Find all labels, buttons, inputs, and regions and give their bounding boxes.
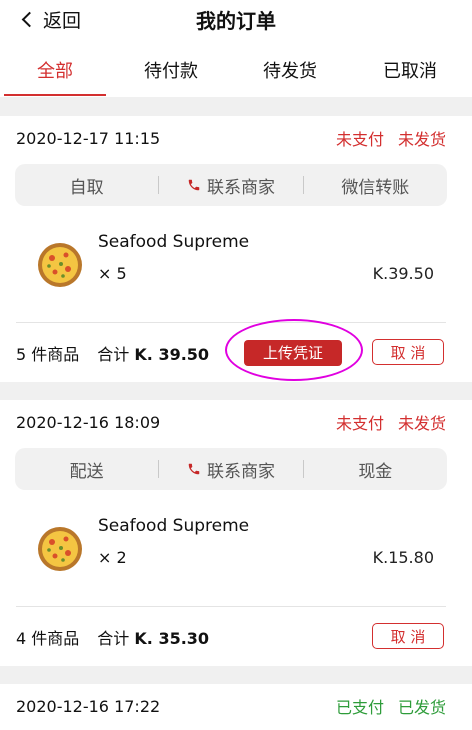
order-product[interactable]: Seafood Supreme × 5 K.39.50 bbox=[0, 224, 472, 304]
order-summary: 4 件商品 合计 K. 35.30 bbox=[16, 625, 209, 649]
app-header: 返回 我的订单 全部 待付款 待发货 已取消 bbox=[0, 0, 472, 97]
payment-status: 未支付 bbox=[335, 130, 384, 149]
tab-cancelled[interactable]: 已取消 bbox=[360, 56, 460, 94]
order-status: 未支付 未发货 bbox=[322, 410, 446, 434]
active-tab-indicator bbox=[4, 94, 106, 96]
order-product[interactable]: Seafood Supreme × 2 K.15.80 bbox=[0, 508, 472, 588]
total-value: K. 35.30 bbox=[134, 629, 210, 648]
tab-pending-payment[interactable]: 待付款 bbox=[121, 56, 221, 94]
order-summary: 5 件商品 合计 K. 39.50 bbox=[16, 341, 209, 365]
divider bbox=[16, 322, 446, 323]
highlight-circle bbox=[225, 319, 363, 381]
page-title: 我的订单 bbox=[196, 9, 276, 33]
contact-merchant-label: 联系商家 bbox=[206, 177, 275, 198]
cancel-order-button[interactable]: 取 消 bbox=[372, 339, 444, 365]
product-name: Seafood Supreme bbox=[98, 232, 250, 252]
contact-merchant-label: 联系商家 bbox=[206, 461, 275, 482]
payment-method: 现金 bbox=[358, 461, 393, 482]
total-value: K. 39.50 bbox=[134, 345, 210, 364]
phone-icon bbox=[188, 179, 200, 191]
tab-pending-shipment[interactable]: 待发货 bbox=[240, 56, 340, 94]
payment-status: 未支付 bbox=[335, 414, 384, 433]
order-date: 2020-12-16 17:22 bbox=[16, 696, 161, 716]
payment-method: 微信转账 bbox=[341, 177, 410, 198]
product-quantity: × 2 bbox=[98, 548, 127, 567]
order-date: 2020-12-16 18:09 bbox=[16, 412, 161, 432]
tab-all[interactable]: 全部 bbox=[4, 56, 106, 94]
shipping-status: 未发货 bbox=[397, 414, 446, 433]
tab-bar: 全部 待付款 待发货 已取消 bbox=[0, 56, 472, 97]
payment-status: 已支付 bbox=[335, 698, 384, 717]
order-status: 未支付 未发货 bbox=[322, 126, 446, 150]
product-price: K.15.80 bbox=[372, 548, 434, 567]
total-label: 合计 bbox=[97, 629, 130, 648]
item-count: 5 件商品 bbox=[16, 345, 80, 364]
phone-icon bbox=[188, 463, 200, 475]
pizza-thumbnail bbox=[38, 243, 82, 287]
product-price: K.39.50 bbox=[372, 264, 434, 283]
order-card: 2020-12-16 17:22 已支付 已发货 bbox=[0, 684, 472, 730]
cancel-order-button[interactable]: 取 消 bbox=[372, 623, 444, 649]
shipping-status: 未发货 bbox=[397, 130, 446, 149]
divider bbox=[16, 606, 446, 607]
shipping-status: 已发货 bbox=[397, 698, 446, 717]
delivery-method: 自取 bbox=[69, 177, 104, 198]
order-action-bar: 配送 联系商家 现金 bbox=[15, 448, 447, 490]
delivery-method: 配送 bbox=[69, 461, 104, 482]
order-action-bar: 自取 联系商家 微信转账 bbox=[15, 164, 447, 206]
item-count: 4 件商品 bbox=[16, 629, 80, 648]
product-quantity: × 5 bbox=[98, 264, 127, 283]
order-date: 2020-12-17 11:15 bbox=[16, 128, 161, 148]
contact-merchant-button[interactable]: 联系商家 bbox=[159, 457, 302, 482]
total-label: 合计 bbox=[97, 345, 130, 364]
contact-merchant-button[interactable]: 联系商家 bbox=[159, 173, 302, 198]
order-status: 已支付 已发货 bbox=[322, 694, 446, 718]
product-name: Seafood Supreme bbox=[98, 516, 250, 536]
pizza-thumbnail bbox=[38, 527, 82, 571]
order-card: 2020-12-16 18:09 未支付 未发货 配送 联系商家 现金 Seafo… bbox=[0, 400, 472, 666]
